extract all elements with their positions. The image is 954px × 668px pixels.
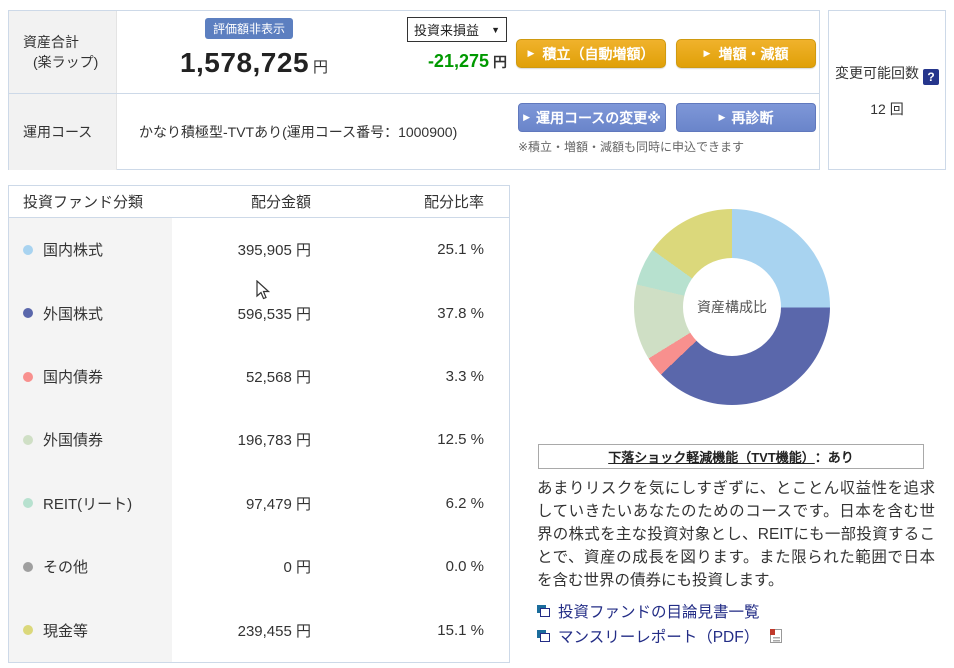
change-count-label: 変更可能回数? <box>829 63 945 85</box>
button-arrow-icon: ▶ <box>523 112 530 122</box>
category-label: 国内債券 <box>43 369 104 387</box>
category-label: 外国株式 <box>43 305 104 323</box>
table-row: 外国債券 196,783 円 12.5 % <box>9 408 509 472</box>
category-label: その他 <box>43 559 89 577</box>
change-count-panel: 変更可能回数? 12 回 <box>828 10 946 170</box>
category-label: 外国債券 <box>43 432 104 450</box>
rediagnosis-button-label: 再診断 <box>731 109 774 126</box>
header-fund-category: 投資ファンド分類 <box>23 194 144 211</box>
tsumitate-auto-increase-button[interactable]: ▶ 積立（自動増額） <box>516 39 666 68</box>
table-row: 現金等 239,455 円 15.1 % <box>9 598 509 662</box>
pdf-icon <box>770 628 783 643</box>
profit-loss-value: -21,275 <box>427 51 489 71</box>
course-change-button[interactable]: ▶ 運用コースの変更※ <box>518 103 666 132</box>
donut-chart-center: 資産構成比 <box>683 258 781 356</box>
course-label: 運用コース <box>9 94 117 170</box>
category-label: REIT(リート) <box>43 495 133 513</box>
course-name: かなり積極型-TVTあり(運用コース番号：1000900) <box>139 124 458 140</box>
allocation-ratio: 37.8 % <box>437 304 484 322</box>
tvt-feature-title: 下落ショック軽減機能（TVT機能） <box>608 450 815 465</box>
category-dot-icon <box>23 498 33 509</box>
allocation-ratio: 3.3 % <box>445 368 484 386</box>
allocation-amount: 239,455 円 <box>237 622 311 640</box>
tvt-feature-box: 下落ショック軽減機能（TVT機能） ：あり <box>538 444 924 469</box>
total-amount-unit: 円 <box>313 59 329 76</box>
table-row: 国内株式 395,905 円 25.1 % <box>9 218 509 282</box>
monthly-report-link[interactable]: マンスリーレポート（PDF） <box>558 625 759 647</box>
total-amount: 1,578,725 円 <box>139 47 369 79</box>
category-label: 現金等 <box>43 622 89 640</box>
table-header-row: 投資ファンド分類 配分金額 配分比率 <box>9 186 509 218</box>
tsumitate-button-label: 積立（自動増額） <box>542 45 655 62</box>
category-dot-icon <box>23 434 33 445</box>
table-body: 国内株式 395,905 円 25.1 % 外国株式 596,535 円 37.8 % 国内… <box>9 218 509 662</box>
hide-valuation-button[interactable]: 評価額非表示 <box>205 18 293 39</box>
total-amount-value: 1,578,725 <box>179 47 310 78</box>
allocation-ratio: 25.1 % <box>437 241 484 259</box>
change-count-value: 12 回 <box>870 101 904 117</box>
allocation-amount: 52,568 円 <box>245 369 311 387</box>
profit-period-select[interactable]: 投資来損益 ▼ <box>407 17 507 42</box>
asset-total-row: 資産合計 (楽ラップ) 評価額非表示 1,578,725 円 投資来損益 ▼ -2… <box>9 11 819 94</box>
allocation-amount: 596,535 円 <box>237 305 311 323</box>
apply-note: ※積立・増額・減額も同時に申込できます <box>518 140 745 154</box>
button-arrow-icon: ▶ <box>527 48 535 58</box>
button-arrow-icon: ▶ <box>718 112 726 122</box>
asset-total-label-line2: (楽ラップ) <box>33 54 99 70</box>
allocation-ratio: 0.0 % <box>445 558 484 576</box>
category-dot-icon <box>23 308 33 319</box>
asset-summary-panel: 資産合計 (楽ラップ) 評価額非表示 1,578,725 円 投資来損益 ▼ -2… <box>8 10 820 170</box>
allocation-amount: 97,479 円 <box>245 495 311 513</box>
table-row: 国内債券 52,568 円 3.3 % <box>9 344 509 409</box>
profit-period-selected-option: 投資来損益 <box>414 23 480 38</box>
change-count-label-text: 変更可能回数 <box>835 65 919 81</box>
prospectus-link[interactable]: 投資ファンドの目論見書一覧 <box>558 600 760 622</box>
table-row: 外国株式 596,535 円 37.8 % <box>9 281 509 345</box>
fund-allocation-table: 投資ファンド分類 配分金額 配分比率 国内株式 395,905 円 25.1 % 外国… <box>8 185 510 663</box>
header-allocation-amount: 配分金額 <box>250 194 311 211</box>
course-row: 運用コース かなり積極型-TVTあり(運用コース番号：1000900) ▶ 運用… <box>9 94 819 170</box>
category-dot-icon <box>23 371 33 382</box>
document-links: 投資ファンドの目論見書一覧 マンスリーレポート（PDF） <box>537 598 783 648</box>
asset-total-label: 資産合計 (楽ラップ) <box>9 11 117 93</box>
asset-total-label-line1: 資産合計 <box>23 34 79 50</box>
header-allocation-ratio: 配分比率 <box>423 194 484 211</box>
increase-decrease-button[interactable]: ▶ 増額・減額 <box>676 39 816 68</box>
allocation-amount: 395,905 円 <box>237 242 311 260</box>
profit-loss-unit: 円 <box>493 54 507 70</box>
course-change-button-label: 運用コースの変更※ <box>536 109 661 126</box>
course-description: あまりリスクを気にしすぎずに、とことん収益性を追求していきたいあなたのためのコー… <box>537 480 935 589</box>
allocation-ratio: 6.2 % <box>445 494 484 512</box>
category-dot-icon <box>23 625 33 636</box>
external-window-icon <box>537 629 550 642</box>
profit-loss: -21,275 円 <box>369 51 507 72</box>
select-caret-icon: ▼ <box>491 24 500 35</box>
donut-chart-title: 資産構成比 <box>697 299 767 315</box>
rediagnosis-button[interactable]: ▶ 再診断 <box>676 103 816 132</box>
button-arrow-icon: ▶ <box>703 48 711 58</box>
table-row: REIT(リート) 97,479 円 6.2 % <box>9 471 509 536</box>
allocation-amount: 196,783 円 <box>237 432 311 450</box>
allocation-ratio: 15.1 % <box>437 621 484 639</box>
monthly-report-link-line: マンスリーレポート（PDF） <box>537 623 783 648</box>
help-icon[interactable]: ? <box>923 69 939 85</box>
category-dot-icon <box>23 244 33 255</box>
external-window-icon <box>537 604 550 617</box>
category-label: 国内株式 <box>43 242 104 260</box>
allocation-amount: 0 円 <box>283 559 311 577</box>
table-row: その他 0 円 0.0 % <box>9 535 509 599</box>
course-label-text: 運用コース <box>23 124 93 140</box>
allocation-ratio: 12.5 % <box>437 431 484 449</box>
zougaku-button-label: 増額・減額 <box>718 45 789 62</box>
category-dot-icon <box>23 561 33 572</box>
prospectus-link-line: 投資ファンドの目論見書一覧 <box>537 598 782 623</box>
tvt-feature-status: ：あり <box>814 450 854 465</box>
